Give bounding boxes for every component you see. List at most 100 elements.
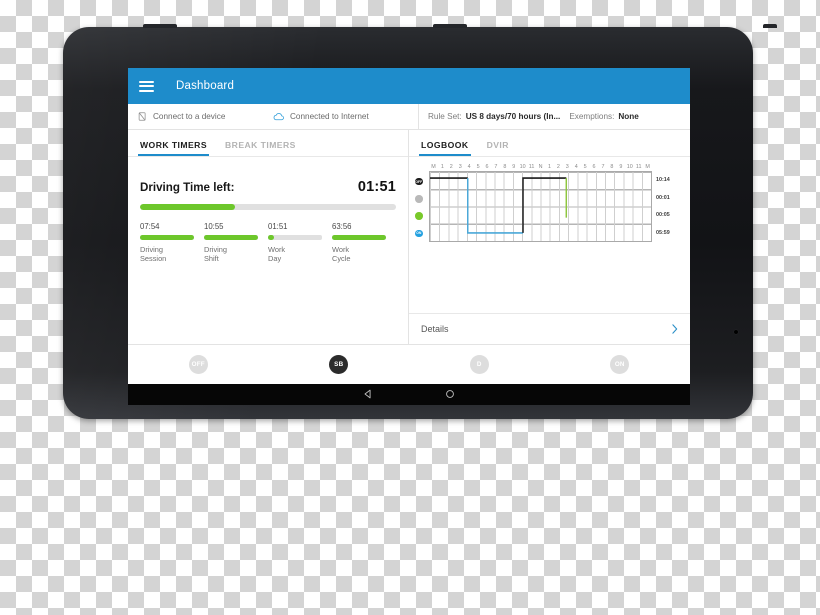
timer-progress-fill <box>140 235 194 240</box>
driving-time-value: 01:51 <box>357 179 396 195</box>
exemptions-label: Exemptions: <box>569 112 615 121</box>
page-title: Dashboard <box>176 80 235 92</box>
home-circle-icon[interactable] <box>445 386 455 404</box>
total-on: 05:59 <box>656 230 670 237</box>
details-label: Details <box>421 324 449 334</box>
timer-cells: 07:54 Driving Session 10:55 Driving Shif… <box>140 222 396 264</box>
tab-work-timers[interactable]: WORK TIMERS <box>138 140 210 156</box>
driving-time-progress-fill <box>140 204 235 210</box>
duty-button-sb[interactable]: SB <box>329 354 349 374</box>
hour-tick-label: 11 <box>528 164 535 170</box>
logbook-panel: LOGBOOK DVIR M 1 2 3 4 5 6 7 8 9 10 11 N 1 2 3 4 5 6 7 8 9 10 1… <box>409 130 690 344</box>
canvas-backdrop: Dashboard Connect to a device Connected … <box>0 0 820 615</box>
back-triangle-icon[interactable] <box>363 386 373 404</box>
duty-slot-sb: SB <box>269 354 410 374</box>
dashboard-body: WORK TIMERS BREAK TIMERS Driving Time le… <box>128 130 690 344</box>
ruleset-area[interactable]: Rule Set: US 8 days/70 hours (In... Exem… <box>418 104 690 129</box>
duty-button-d[interactable]: D <box>469 354 489 374</box>
front-camera-icon <box>734 330 738 334</box>
driving-time-progress-bar <box>140 204 396 210</box>
row-marker-off: OFF <box>415 173 429 190</box>
duty-button-on[interactable]: ON <box>610 354 630 374</box>
hour-tick-label: 9 <box>619 164 623 170</box>
timer-progress-fill <box>332 235 386 240</box>
timer-progress-bar <box>140 235 194 240</box>
tab-dvir[interactable]: DVIR <box>485 140 511 156</box>
hour-tick-label: 4 <box>574 164 578 170</box>
hour-tick-label: 10 <box>626 164 633 170</box>
hour-tick-label: 9 <box>512 164 516 170</box>
cloud-icon <box>273 112 284 120</box>
timers-panel: WORK TIMERS BREAK TIMERS Driving Time le… <box>128 130 409 344</box>
timer-label: Work Day <box>268 244 286 264</box>
hour-tick-label: 8 <box>503 164 507 170</box>
status-legend-dots: OFF ON <box>415 171 429 242</box>
status-dot-off-icon: OFF <box>415 177 423 186</box>
timer-value: 01:51 <box>268 222 288 231</box>
timer-value: 10:55 <box>204 222 224 231</box>
hamburger-menu-icon[interactable] <box>139 80 154 92</box>
tablet-device-frame: Dashboard Connect to a device Connected … <box>63 24 777 419</box>
timer-progress-fill <box>268 235 275 240</box>
timer-driving-shift: 10:55 Driving Shift <box>204 222 268 264</box>
hour-tick-label: 5 <box>583 164 587 170</box>
timer-label: Driving Shift <box>204 244 227 264</box>
driving-time-label: Driving Time left: <box>140 181 235 194</box>
hour-tick-label: 7 <box>601 164 605 170</box>
app-bar: Dashboard <box>128 68 690 104</box>
device-disconnected-icon <box>138 112 146 121</box>
tablet-screen: Dashboard Connect to a device Connected … <box>128 68 690 384</box>
duty-status-buttons: OFF SB D ON <box>128 344 690 383</box>
device-connection-status[interactable]: Connect to a device <box>128 104 273 129</box>
graph-body: OFF ON 10:14 00:01 00:05 05:59 <box>415 171 682 242</box>
top-edge-button-a <box>143 24 177 28</box>
work-timers-content: Driving Time left: 01:51 07:54 Driving S… <box>128 157 408 264</box>
timer-progress-bar <box>204 235 258 240</box>
chevron-right-icon <box>672 324 678 334</box>
duty-slot-off: OFF <box>128 354 269 374</box>
total-off: 10:14 <box>656 176 670 183</box>
logbook-graph: M 1 2 3 4 5 6 7 8 9 10 11 N 1 2 3 4 5 6 7 8 9 10 11 M OFF ON <box>409 157 690 242</box>
timers-tabs: WORK TIMERS BREAK TIMERS <box>128 130 408 157</box>
hour-tick-label: 5 <box>476 164 480 170</box>
ruleset-label: Rule Set: <box>428 112 462 121</box>
top-edge-button-c <box>763 24 777 28</box>
row-marker-on: ON <box>415 225 429 242</box>
android-navigation-bar <box>128 384 690 405</box>
hour-tick-label: 1 <box>440 164 444 170</box>
duty-slot-on: ON <box>550 354 691 374</box>
row-marker-d <box>415 208 429 225</box>
hour-tick-label: M <box>431 164 436 170</box>
hour-tick-label: 6 <box>592 164 596 170</box>
duty-slot-d: D <box>409 354 550 374</box>
row-totals: 10:14 00:01 00:05 05:59 <box>652 171 682 242</box>
timer-label: Work Cycle <box>332 244 351 264</box>
logbook-tabs: LOGBOOK DVIR <box>409 130 690 157</box>
connection-status-bar: Connect to a device Connected to Interne… <box>128 104 690 130</box>
duty-status-trace <box>430 177 568 234</box>
hour-tick-label: 11 <box>635 164 642 170</box>
status-dot-d-icon <box>415 212 423 220</box>
timer-driving-session: 07:54 Driving Session <box>140 222 204 264</box>
hour-tick-label: 6 <box>485 164 489 170</box>
device-status-label: Connect to a device <box>153 112 226 121</box>
details-row[interactable]: Details <box>409 313 690 344</box>
timer-progress-fill <box>204 235 258 240</box>
hour-tick-label: 3 <box>565 164 569 170</box>
top-edge-button-b <box>433 24 467 28</box>
duty-status-grid[interactable] <box>429 171 652 242</box>
hour-tick-label: 7 <box>494 164 498 170</box>
internet-status-label: Connected to Internet <box>290 112 369 121</box>
hour-tick-label: 8 <box>610 164 614 170</box>
hour-axis-labels: M 1 2 3 4 5 6 7 8 9 10 11 N 1 2 3 4 5 6 7 8 9 10 11 M <box>429 164 652 170</box>
tab-logbook[interactable]: LOGBOOK <box>419 140 471 156</box>
row-marker-sb <box>415 190 429 207</box>
timer-work-cycle: 63:56 Work Cycle <box>332 222 396 264</box>
tab-break-timers[interactable]: BREAK TIMERS <box>223 140 298 156</box>
duty-button-off[interactable]: OFF <box>188 354 208 374</box>
timer-progress-bar <box>268 235 322 240</box>
timer-label: Driving Session <box>140 244 167 264</box>
status-dot-on-icon: ON <box>415 229 423 238</box>
internet-connection-status: Connected to Internet <box>273 104 418 129</box>
hour-tick-label: 10 <box>519 164 526 170</box>
